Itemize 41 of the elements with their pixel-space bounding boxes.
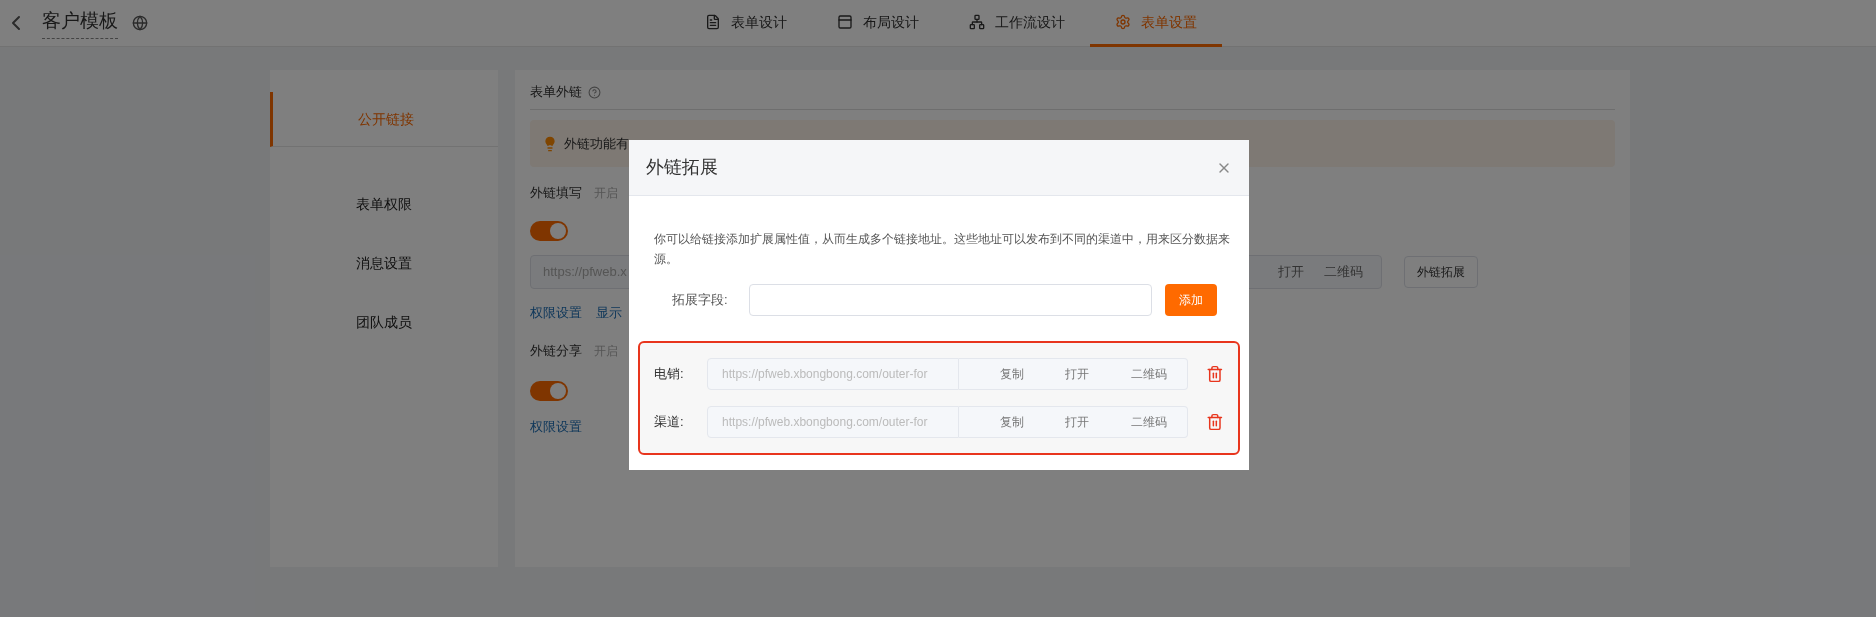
sidebar-item[interactable]: 消息设置 — [270, 234, 498, 293]
setting-link[interactable]: 权限设置 — [530, 416, 582, 436]
nav-tab[interactable]: 表单设计 — [680, 0, 812, 47]
entry-action[interactable]: 复制 — [999, 365, 1024, 383]
flow-icon — [969, 14, 985, 30]
page-title: 客户模板 — [42, 7, 118, 39]
sidebar-item[interactable]: 团队成员 — [270, 293, 498, 352]
toggle-switch[interactable] — [530, 221, 568, 241]
delete-icon[interactable] — [1206, 413, 1224, 431]
entry-action[interactable]: 打开 — [1065, 413, 1090, 431]
link-action[interactable]: 打开 — [1278, 262, 1304, 282]
section-title: 表单外链 — [530, 83, 582, 102]
entry-label: 渠道: — [654, 413, 685, 432]
add-button[interactable]: 添加 — [1165, 284, 1217, 316]
notice-text: 外链功能有 — [564, 134, 629, 153]
fill-title: 外链填写 — [530, 184, 582, 203]
extend-button[interactable]: 外链拓展 — [1404, 256, 1478, 288]
sidebar-item[interactable]: 表单权限 — [270, 175, 498, 234]
setting-link[interactable]: 显示 — [596, 303, 622, 323]
layout-icon — [837, 14, 853, 30]
extend-field-input[interactable] — [749, 284, 1152, 316]
dialog-title: 外链拓展 — [646, 156, 718, 179]
delete-icon[interactable] — [1206, 365, 1224, 383]
entry-label: 电销: — [654, 365, 685, 384]
nav-tab[interactable]: 工作流设计 — [944, 0, 1090, 47]
field-label: 拓展字段: — [672, 291, 729, 310]
form-icon — [705, 14, 721, 30]
setting-link[interactable]: 权限设置 — [530, 303, 582, 323]
globe-icon[interactable] — [132, 15, 148, 31]
settings-icon — [1115, 14, 1131, 30]
entry-action[interactable]: 二维码 — [1130, 365, 1167, 383]
share-title: 外链分享 — [530, 341, 582, 360]
dialog-description: 你可以给链接添加扩展属性值，从而生成多个链接地址。这些地址可以发布到不同的渠道中，用来区分数据来源。 — [654, 231, 1231, 268]
entry-action[interactable]: 打开 — [1065, 365, 1090, 383]
lightbulb-icon — [542, 135, 558, 152]
link-action[interactable]: 二维码 — [1324, 262, 1363, 282]
toggle-switch[interactable] — [530, 380, 568, 401]
nav-tab[interactable]: 布局设计 — [812, 0, 944, 47]
entry-action[interactable]: 二维码 — [1130, 413, 1167, 431]
entry-action[interactable]: 复制 — [999, 413, 1024, 431]
help-icon[interactable] — [588, 85, 601, 99]
